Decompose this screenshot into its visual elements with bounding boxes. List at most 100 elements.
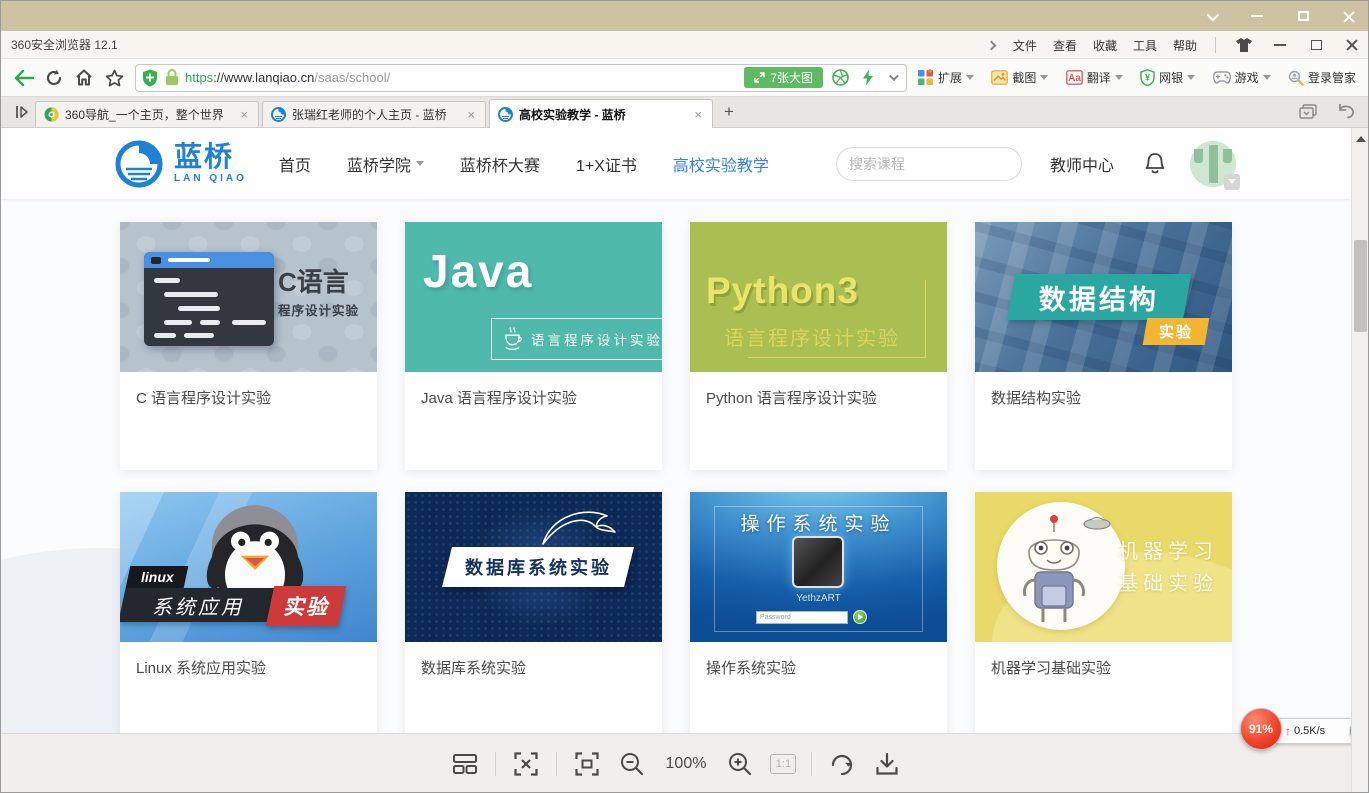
- new-tab-button[interactable]: +: [716, 100, 742, 124]
- tab-title: 高校实验教学 - 蓝桥: [519, 106, 692, 123]
- address-bar[interactable]: https://www.lanqiao.cn/saas/school/ 7张大图: [135, 64, 907, 92]
- avatar-dropdown-icon[interactable]: [1224, 174, 1240, 190]
- games-button[interactable]: 游戏: [1213, 69, 1271, 86]
- speed-widget[interactable]: ↑ 0.5K/s 91%: [1240, 716, 1368, 746]
- login-manager-button[interactable]: 登录管家: [1288, 69, 1356, 86]
- nav-academy[interactable]: 蓝桥学院: [347, 152, 424, 176]
- fit-screen-icon[interactable]: [572, 749, 602, 779]
- scrollbar-thumb[interactable]: [1354, 240, 1367, 332]
- menu-favorites[interactable]: 收藏: [1093, 37, 1117, 54]
- titlebar-minimize-button[interactable]: [1246, 5, 1268, 27]
- menu-help[interactable]: 帮助: [1173, 37, 1197, 54]
- course-cover-ml: 机器学习基础实验: [975, 492, 1232, 642]
- logo-text-en: LAN QIAO: [174, 174, 247, 184]
- nav-school-experiment[interactable]: 高校实验教学: [673, 152, 769, 176]
- tab-school-experiment[interactable]: 高校实验教学 - 蓝桥 ×: [489, 99, 713, 128]
- experiment-tag: 实验: [1143, 318, 1210, 345]
- reopen-closed-tab-icon[interactable]: [1334, 101, 1358, 123]
- course-card-c[interactable]: C语言 程序设计实验 C 语言程序设计实验: [120, 222, 377, 470]
- course-card-data-structure[interactable]: 数据结构 实验 数据结构实验: [975, 222, 1232, 470]
- scrollbar-up-button[interactable]: [1352, 132, 1368, 146]
- menu-expand-icon[interactable]: [986, 40, 996, 50]
- toolbar-separator: [811, 752, 812, 776]
- nav-home[interactable]: 首页: [279, 152, 311, 176]
- refresh-button[interactable]: [39, 64, 69, 92]
- page-viewport: 蓝桥 LAN QIAO 首页 蓝桥学院 蓝桥杯大赛 1+X证书 高校实验教学 教…: [1, 128, 1368, 793]
- rotate-icon[interactable]: [827, 749, 857, 779]
- menu-file[interactable]: 文件: [1013, 37, 1037, 54]
- course-card-ml[interactable]: 机器学习基础实验 机器学习基础实验: [975, 492, 1232, 740]
- nav-competition[interactable]: 蓝桥杯大赛: [460, 152, 540, 176]
- course-card-java[interactable]: Java 语言程序设计实验 Java 语言程序设计实验: [405, 222, 662, 470]
- favorite-star-button[interactable]: [99, 64, 129, 92]
- actual-size-button[interactable]: 1:1: [770, 754, 796, 774]
- course-title: C 语言程序设计实验: [136, 387, 361, 408]
- tab-favicon-lanqiao: [271, 107, 286, 122]
- course-card-os[interactable]: 操作系统实验 YethzART Password 操作系统实验: [690, 492, 947, 740]
- titlebar-close-button[interactable]: [1338, 5, 1360, 27]
- course-cover-os: 操作系统实验 YethzART Password: [690, 492, 947, 642]
- course-cover-linux: linux 系统应用 实验: [120, 492, 377, 642]
- urlbar-dropdown-icon[interactable]: [889, 71, 899, 81]
- course-card-python[interactable]: Python3 语言程序设计实验 Python 语言程序设计实验: [690, 222, 947, 470]
- ebank-shield-icon: ¥: [1140, 69, 1155, 86]
- titlebar-maximize-button[interactable]: [1292, 5, 1314, 27]
- extensions-button[interactable]: 扩展: [917, 69, 974, 86]
- big-image-badge[interactable]: 7张大图: [744, 67, 823, 88]
- dolphin-illustration: [535, 500, 625, 550]
- upload-arrow-icon: ↑: [1285, 724, 1291, 738]
- tab-close-icon[interactable]: ×: [238, 107, 250, 122]
- memory-percent-badge[interactable]: 91%: [1240, 708, 1282, 750]
- tab-close-icon[interactable]: ×: [692, 107, 704, 122]
- tab-close-icon[interactable]: ×: [465, 107, 477, 122]
- page-scrollbar[interactable]: [1351, 128, 1368, 793]
- speed-lightning-icon[interactable]: [857, 67, 879, 89]
- thumbnails-icon[interactable]: [450, 749, 480, 779]
- sidebar-toggle-icon[interactable]: [9, 100, 35, 124]
- lanqiao-logo[interactable]: 蓝桥 LAN QIAO: [114, 139, 247, 189]
- teacher-center-link[interactable]: 教师中心: [1050, 152, 1114, 176]
- notification-bell-icon[interactable]: [1144, 152, 1166, 176]
- tab-teacher-homepage[interactable]: 张瑞红老师的个人主页 - 蓝桥 ×: [262, 101, 486, 127]
- site-safety-shield-icon[interactable]: [142, 69, 158, 87]
- course-search[interactable]: [836, 147, 1022, 181]
- dropdown-icon: [1115, 75, 1123, 80]
- skin-icon[interactable]: [1234, 35, 1254, 55]
- nav-1x-cert[interactable]: 1+X证书: [576, 152, 637, 176]
- course-title: 数据结构实验: [991, 387, 1216, 408]
- menubar-minimize-button[interactable]: [1270, 35, 1290, 55]
- course-card-database[interactable]: 数据库系统实验 数据库系统实验: [405, 492, 662, 740]
- ebank-button[interactable]: ¥ 网银: [1140, 69, 1195, 86]
- search-input[interactable]: [849, 156, 1030, 172]
- user-avatar[interactable]: [1190, 141, 1236, 187]
- region-select-icon[interactable]: [511, 749, 541, 779]
- back-button[interactable]: [9, 64, 39, 92]
- menubar-restore-button[interactable]: [1306, 35, 1326, 55]
- zoom-out-icon[interactable]: [617, 749, 647, 779]
- translate-button[interactable]: Aa 翻译: [1066, 69, 1123, 86]
- password-field-illustration: Password: [756, 611, 848, 624]
- robot-illustration: [1009, 510, 1119, 628]
- menu-view[interactable]: 查看: [1053, 37, 1077, 54]
- download-icon[interactable]: [872, 749, 902, 779]
- course-grid: C语言 程序设计实验 C 语言程序设计实验 Java 语言程序设计实验 Java…: [1, 200, 1368, 740]
- tab-list-icon[interactable]: [1296, 101, 1320, 123]
- course-title: 数据库系统实验: [421, 657, 646, 678]
- home-button[interactable]: [69, 64, 99, 92]
- screenshot-icon: [991, 70, 1008, 85]
- expand-arrows-icon: [754, 72, 765, 83]
- course-cover-python: Python3 语言程序设计实验: [690, 222, 947, 372]
- adfilter-shutter-icon[interactable]: [829, 67, 851, 89]
- dropdown-icon: [1040, 75, 1048, 80]
- course-card-linux[interactable]: linux 系统应用 实验 Linux 系统应用实验: [120, 492, 377, 740]
- url-text[interactable]: https://www.lanqiao.cn/saas/school/: [185, 70, 390, 85]
- zoom-in-icon[interactable]: [725, 749, 755, 779]
- titlebar-collapse-icon[interactable]: [1200, 5, 1222, 27]
- menubar-close-button[interactable]: [1342, 35, 1362, 55]
- menu-separator: [1215, 37, 1216, 53]
- menu-tools[interactable]: 工具: [1133, 37, 1157, 54]
- tab-360-nav[interactable]: 360导航_一个主页，整个世界 ×: [35, 101, 259, 127]
- screenshot-button[interactable]: 截图: [991, 69, 1048, 86]
- browser-toolbar: https://www.lanqiao.cn/saas/school/ 7张大图…: [1, 59, 1368, 97]
- zoom-level-label: 100%: [662, 755, 711, 773]
